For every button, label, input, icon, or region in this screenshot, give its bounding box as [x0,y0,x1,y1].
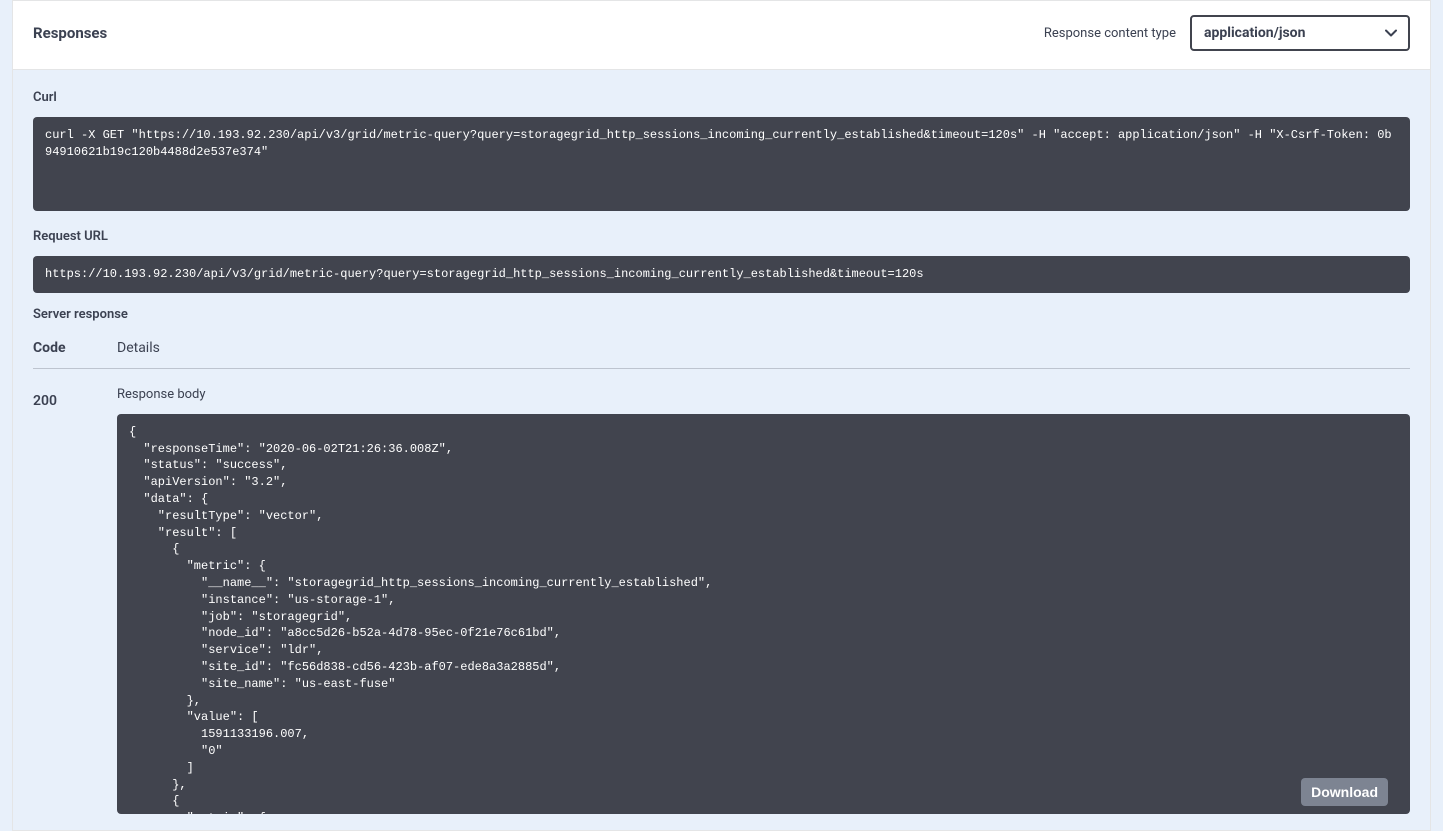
chevron-down-icon [1384,26,1398,40]
content-type-value: application/json [1204,25,1305,41]
code-column-header: Code [33,340,117,356]
responses-title: Responses [33,24,107,42]
response-body-label: Response body [117,387,1410,402]
request-url-block[interactable]: https://10.193.92.230/api/v3/grid/metric… [33,256,1410,293]
response-row: 200 Response body { "responseTime": "202… [33,387,1410,826]
curl-command-block[interactable]: curl -X GET "https://10.193.92.230/api/v… [33,117,1410,211]
responses-header-bar: Responses Response content type applicat… [13,1,1430,70]
response-columns-header: Code Details [33,340,1410,369]
content-type-group: Response content type application/json [1044,15,1410,51]
download-button[interactable]: Download [1301,778,1388,806]
status-code: 200 [33,387,117,826]
response-body-json[interactable]: { "responseTime": "2020-06-02T21:26:36.0… [117,414,1410,814]
request-url-label: Request URL [33,229,1410,244]
responses-body: Curl curl -X GET "https://10.193.92.230/… [13,70,1430,830]
responses-panel: Responses Response content type applicat… [12,0,1431,831]
server-response-label: Server response [33,307,1410,322]
response-details: Response body { "responseTime": "2020-06… [117,387,1410,826]
details-column-header: Details [117,340,160,356]
response-body-wrap: { "responseTime": "2020-06-02T21:26:36.0… [117,414,1410,814]
content-type-label: Response content type [1044,26,1176,41]
curl-label: Curl [33,90,1410,105]
content-type-select[interactable]: application/json [1190,15,1410,51]
